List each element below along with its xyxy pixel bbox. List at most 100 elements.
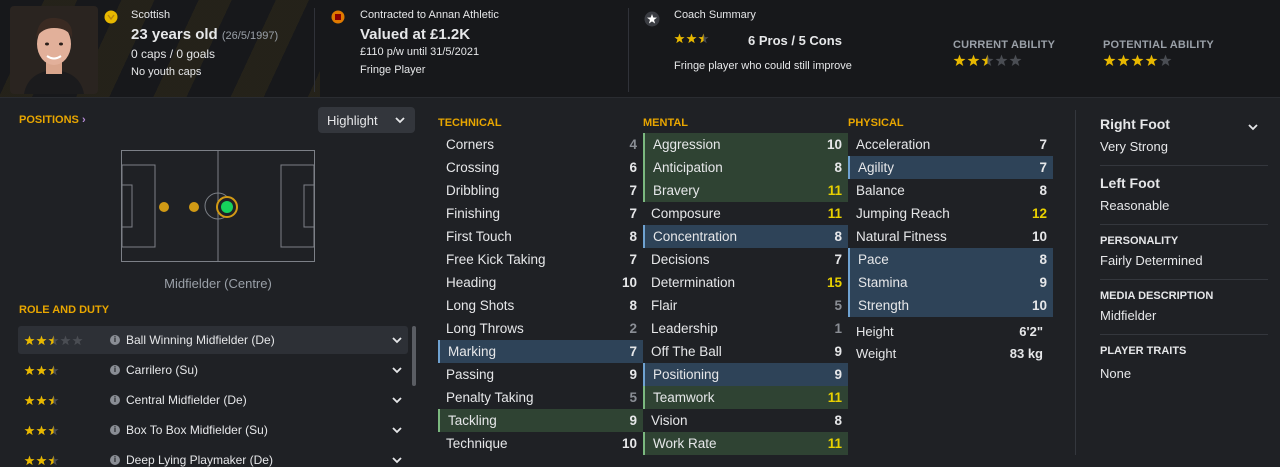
club-crest-icon: [331, 10, 345, 29]
role-row[interactable]: i Box To Box Midfielder (Su): [18, 416, 408, 444]
attribute-name: Determination: [651, 275, 736, 290]
chevron-down-icon[interactable]: [392, 425, 402, 435]
attribute-row[interactable]: Technique 10: [438, 432, 643, 455]
attribute-row[interactable]: Passing 9: [438, 363, 643, 386]
attribute-row[interactable]: Stamina 9: [848, 271, 1053, 294]
attribute-value: 11: [827, 436, 842, 451]
role-row[interactable]: i Ball Winning Midfielder (De): [18, 326, 408, 354]
highlight-dropdown[interactable]: Highlight: [318, 107, 415, 133]
coach-rating-stars: [674, 33, 709, 44]
positions-heading[interactable]: POSITIONS ›: [19, 114, 86, 126]
star-icon: [36, 395, 47, 405]
attribute-name: Tackling: [448, 413, 497, 428]
attribute-value: 5: [834, 298, 842, 313]
attribute-row[interactable]: Flair 5: [643, 294, 848, 317]
attribute-value: 11: [827, 390, 842, 405]
position-dot-dm[interactable]: [189, 202, 199, 212]
attribute-name: Stamina: [858, 275, 908, 290]
youth-caps: No youth caps: [131, 66, 202, 78]
info-icon[interactable]: i: [110, 365, 120, 375]
left-foot-value: Reasonable: [1100, 198, 1170, 213]
attribute-row[interactable]: Acceleration 7: [848, 133, 1053, 156]
weight-label: Weight: [856, 346, 897, 361]
attribute-row[interactable]: Crossing 6: [438, 156, 643, 179]
attribute-row[interactable]: Anticipation 8: [643, 156, 848, 179]
attribute-row[interactable]: Determination 15: [643, 271, 848, 294]
attribute-row[interactable]: Heading 10: [438, 271, 643, 294]
attribute-row[interactable]: Tackling 9: [438, 409, 643, 432]
player-header: Scottish 23 years old (26/5/1997) 0 caps…: [0, 0, 1280, 98]
star-icon: [48, 335, 59, 345]
attribute-row[interactable]: Dribbling 7: [438, 179, 643, 202]
attribute-row[interactable]: Corners 4: [438, 133, 643, 156]
star-icon: [967, 54, 980, 66]
attribute-value: 8: [629, 298, 637, 313]
star-icon: [674, 33, 685, 44]
contract-club[interactable]: Contracted to Annan Athletic: [360, 9, 499, 21]
role-row[interactable]: i Deep Lying Playmaker (De): [18, 446, 408, 467]
role-label: Box To Box Midfielder (Su): [126, 423, 268, 437]
wage: £110 p/w until 31/5/2021: [360, 46, 480, 58]
attribute-row[interactable]: Marking 7: [438, 340, 643, 363]
attribute-row[interactable]: Bravery 11: [643, 179, 848, 202]
position-dot-dm[interactable]: [159, 202, 169, 212]
star-icon: [36, 425, 47, 435]
role-row[interactable]: i Carrilero (Su): [18, 356, 408, 384]
personality-value: Fairly Determined: [1100, 253, 1203, 268]
attribute-row[interactable]: Decisions 7: [643, 248, 848, 271]
attribute-row[interactable]: Penalty Taking 5: [438, 386, 643, 409]
attribute-row[interactable]: Agility 7: [848, 156, 1053, 179]
attribute-name: Penalty Taking: [446, 390, 534, 405]
attribute-value: 9: [1039, 275, 1047, 290]
coach-summary-title: Coach Summary: [674, 9, 756, 21]
chevron-down-icon[interactable]: [392, 455, 402, 465]
attribute-name: Long Throws: [446, 321, 524, 336]
attribute-row[interactable]: Jumping Reach 12: [848, 202, 1053, 225]
attribute-name: Free Kick Taking: [446, 252, 546, 267]
star-icon: [981, 54, 994, 66]
attribute-name: Leadership: [651, 321, 718, 336]
attribute-row[interactable]: Free Kick Taking 7: [438, 248, 643, 271]
attribute-row[interactable]: Finishing 7: [438, 202, 643, 225]
info-icon[interactable]: i: [110, 455, 120, 465]
attribute-row[interactable]: Composure 11: [643, 202, 848, 225]
star-icon: [1159, 54, 1172, 66]
attribute-value: 11: [827, 183, 842, 198]
attribute-row[interactable]: Teamwork 11: [643, 386, 848, 409]
attribute-row[interactable]: Balance 8: [848, 179, 1053, 202]
attribute-value: 12: [1031, 206, 1047, 221]
attribute-row[interactable]: Long Throws 2: [438, 317, 643, 340]
attribute-row[interactable]: Concentration 8: [643, 225, 848, 248]
chevron-down-icon[interactable]: [392, 395, 402, 405]
attribute-name: Work Rate: [653, 436, 717, 451]
technical-heading: TECHNICAL: [438, 117, 502, 129]
info-icon[interactable]: i: [110, 335, 120, 345]
attribute-name: First Touch: [446, 229, 512, 244]
info-icon[interactable]: i: [110, 395, 120, 405]
chevron-down-icon[interactable]: [392, 335, 402, 345]
position-label: Midfielder (Centre): [164, 276, 272, 291]
role-label: Ball Winning Midfielder (De): [126, 333, 275, 347]
attribute-value: 4: [629, 137, 637, 152]
info-icon[interactable]: i: [110, 425, 120, 435]
attribute-row[interactable]: Strength 10: [848, 294, 1053, 317]
chevron-down-icon[interactable]: [392, 365, 402, 375]
attribute-row[interactable]: Work Rate 11: [643, 432, 848, 455]
attribute-row[interactable]: Positioning 9: [643, 363, 848, 386]
pros-cons[interactable]: 6 Pros / 5 Cons: [748, 33, 842, 48]
role-row[interactable]: i Central Midfielder (De): [18, 386, 408, 414]
role-list-scrollbar[interactable]: [412, 326, 416, 386]
attribute-row[interactable]: First Touch 8: [438, 225, 643, 248]
chevron-down-icon[interactable]: [1248, 123, 1258, 131]
attribute-row[interactable]: Vision 8: [643, 409, 848, 432]
attribute-row[interactable]: Leadership 1: [643, 317, 848, 340]
star-icon: [48, 425, 59, 435]
attribute-row[interactable]: Natural Fitness 10: [848, 225, 1053, 248]
role-stars: [24, 395, 104, 406]
attribute-row[interactable]: Off The Ball 9: [643, 340, 848, 363]
attribute-row[interactable]: Aggression 10: [643, 133, 848, 156]
attribute-row[interactable]: Pace 8: [848, 248, 1053, 271]
position-dot-natural[interactable]: [216, 196, 238, 218]
attribute-value: 7: [629, 344, 637, 359]
attribute-row[interactable]: Long Shots 8: [438, 294, 643, 317]
